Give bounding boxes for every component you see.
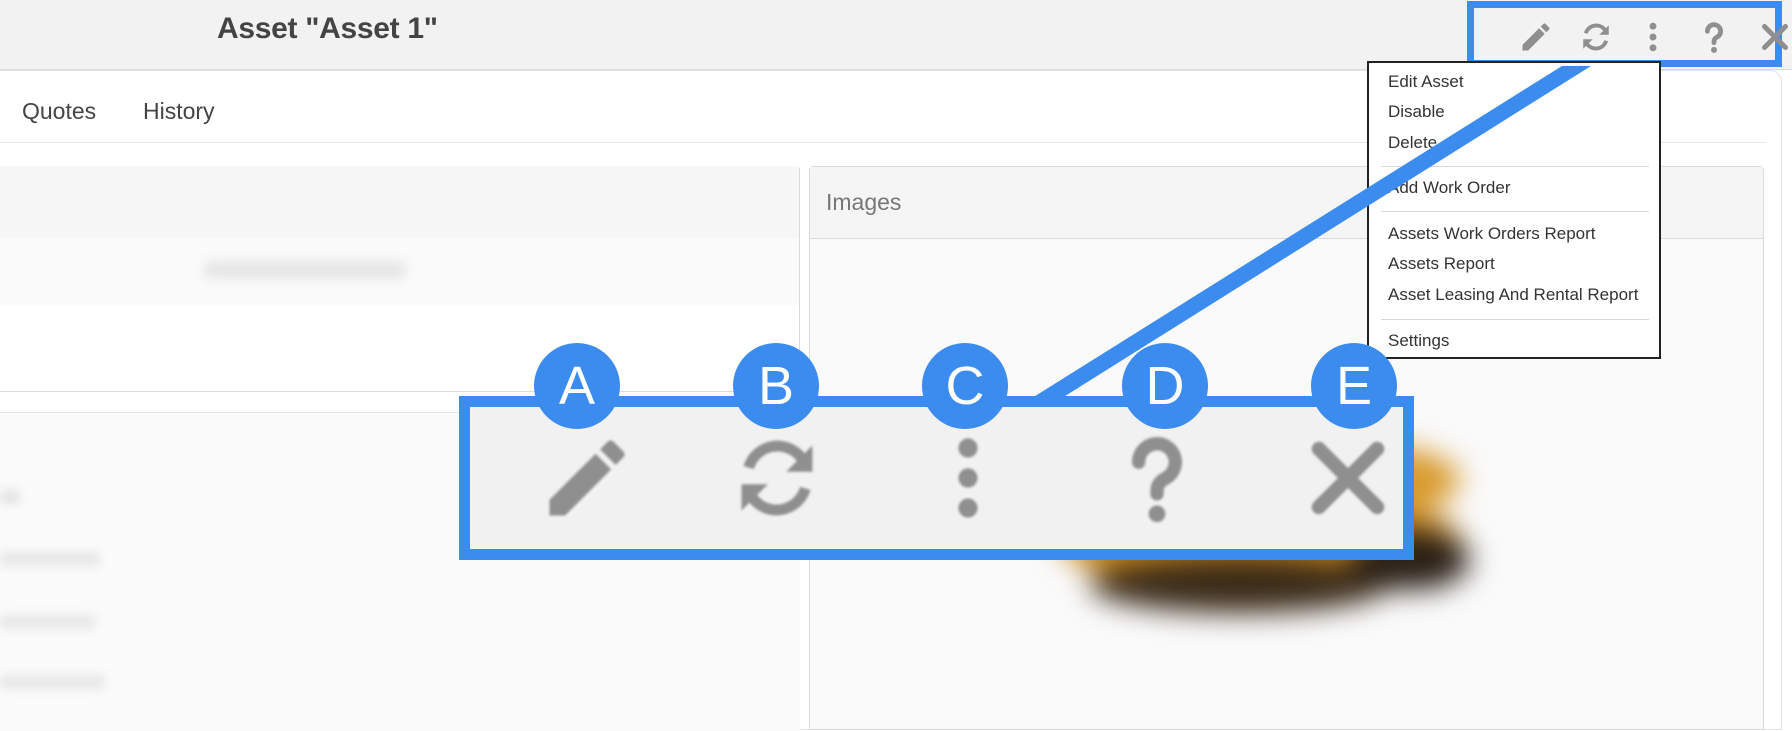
menu-item-disable[interactable]: Disable (1388, 102, 1445, 122)
badge-b: B (733, 343, 819, 429)
badge-d: D (1122, 343, 1208, 429)
menu-item-assets-report[interactable]: Assets Report (1388, 254, 1495, 274)
help-icon (1107, 428, 1207, 528)
menu-item-add-work-order[interactable]: Add Work Order (1388, 178, 1511, 198)
blurred-field (0, 675, 105, 689)
badge-e: E (1311, 343, 1397, 429)
blurred-value (205, 262, 405, 278)
help-icon[interactable] (1696, 19, 1732, 55)
pencil-icon (537, 428, 637, 528)
badge-c: C (922, 343, 1008, 429)
tab-history[interactable]: History (143, 98, 215, 125)
menu-item-settings[interactable]: Settings (1388, 331, 1449, 351)
close-icon[interactable] (1757, 19, 1792, 55)
menu-divider (1381, 211, 1649, 212)
refresh-icon (727, 428, 827, 528)
more-options-menu: Edit Asset Disable Delete Add Work Order… (1367, 61, 1661, 359)
pencil-icon[interactable] (1518, 19, 1554, 55)
blurred-field (0, 552, 100, 566)
more-vert-icon[interactable] (1635, 19, 1671, 55)
page-title: Asset "Asset 1" (217, 12, 438, 45)
tab-quotes[interactable]: Quotes (22, 98, 96, 125)
refresh-icon[interactable] (1578, 19, 1614, 55)
menu-item-asset-leasing-rental-report[interactable]: Asset Leasing And Rental Report (1388, 285, 1638, 305)
menu-divider (1381, 319, 1649, 320)
menu-item-assets-work-orders-report[interactable]: Assets Work Orders Report (1388, 224, 1596, 244)
more-vert-icon (918, 428, 1018, 528)
menu-item-delete[interactable]: Delete (1388, 133, 1437, 153)
badge-a: A (534, 343, 620, 429)
header-toolbar (1467, 1, 1789, 67)
blurred-field (0, 490, 20, 504)
menu-divider (1381, 166, 1649, 167)
details-panel-header (0, 166, 799, 238)
menu-item-edit-asset[interactable]: Edit Asset (1388, 72, 1464, 92)
blurred-field (0, 615, 95, 629)
images-panel-title: Images (826, 189, 902, 215)
close-icon (1298, 428, 1398, 528)
